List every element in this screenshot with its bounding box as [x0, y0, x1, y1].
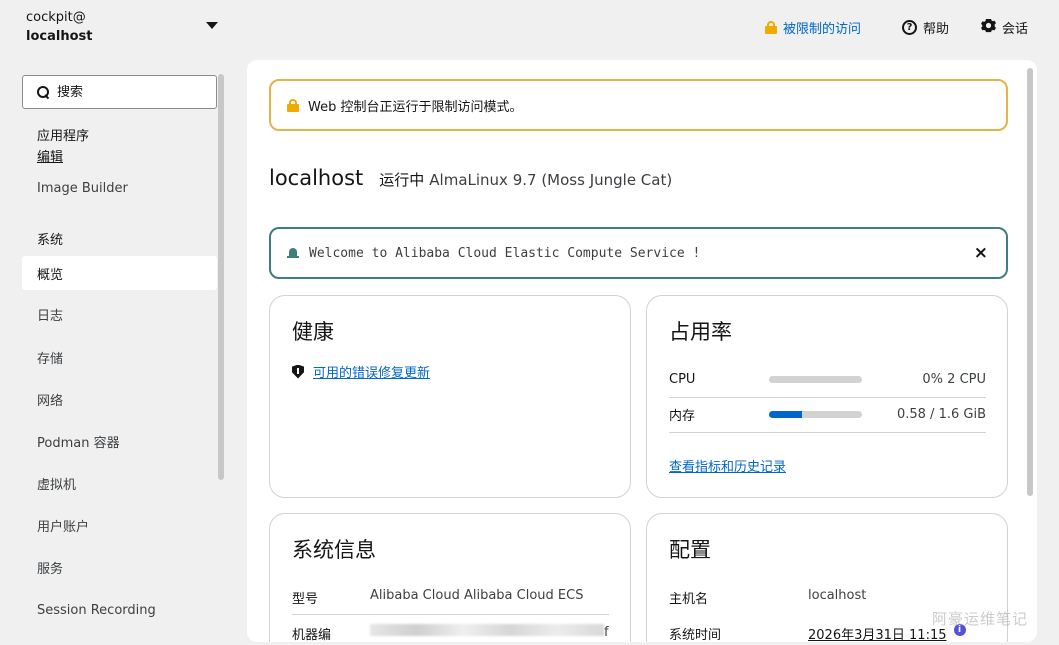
cpu-label: CPU	[669, 371, 696, 387]
motd-text: Welcome to Alibaba Cloud Elastic Compute…	[309, 245, 701, 261]
apps-group-title: 应用程序	[37, 129, 90, 144]
close-icon[interactable]: ×	[974, 243, 988, 263]
caret-down-icon	[206, 22, 218, 29]
help-icon: ?	[902, 19, 917, 35]
watermark: 阿豪运维笔记	[932, 610, 1029, 628]
search-input[interactable]	[57, 84, 197, 100]
cpu-value: 0% 2 CPU	[922, 371, 986, 387]
sidebar-item-podman[interactable]: Podman 容器	[22, 424, 217, 458]
bugfix-updates-label: 可用的错误修复更新	[313, 366, 431, 381]
system-info-card-title: 系统信息	[292, 538, 376, 562]
model-value: Alibaba Cloud Alibaba Cloud ECS	[370, 588, 584, 603]
usage-card-title: 占用率	[669, 320, 732, 344]
host-name: localhost	[26, 29, 93, 44]
memory-usage-row: 内存 0.58 / 1.6 GiB	[669, 396, 986, 432]
bell-icon	[287, 247, 299, 260]
redacted-block	[370, 624, 604, 636]
machine-id-label: 机器编	[292, 628, 332, 642]
sidebar-item-network[interactable]: 网络	[22, 382, 217, 416]
system-info-card: 系统信息 型号 Alibaba Cloud Alibaba Cloud ECS …	[269, 513, 631, 642]
health-card-title: 健康	[292, 320, 334, 344]
bugfix-updates-link[interactable]: 可用的错误修复更新	[292, 362, 430, 381]
edit-apps-link[interactable]: 编辑	[37, 146, 63, 165]
memory-progress-bar	[769, 410, 862, 418]
memory-label: 内存	[669, 408, 696, 424]
session-menu-button[interactable]: 会话	[981, 16, 1028, 38]
main-scrollbar[interactable]	[1027, 68, 1033, 496]
limited-access-label: 被限制的访问	[783, 21, 862, 37]
usage-card: 占用率 CPU 0% 2 CPU 内存 0.58 / 1.6 GiB 查看指标和…	[646, 295, 1008, 498]
session-label: 会话	[1002, 21, 1029, 37]
sidebar-scrollbar[interactable]	[218, 74, 224, 480]
divider	[292, 614, 609, 615]
lock-icon	[287, 98, 299, 112]
model-label: 型号	[292, 592, 319, 607]
cpu-usage-row: CPU 0% 2 CPU	[669, 361, 986, 397]
sidebar-item-session-recording[interactable]: Session Recording	[22, 593, 217, 627]
title-hostname: localhost	[269, 166, 364, 190]
hostname-value: localhost	[808, 588, 867, 603]
help-label: 帮助	[923, 21, 950, 37]
lock-icon	[765, 20, 777, 34]
hostname-label: 主机名	[669, 592, 709, 607]
cpu-progress-bar	[769, 375, 862, 383]
sidebar-item-accounts[interactable]: 用户账户	[22, 508, 217, 542]
sidebar-item-overview[interactable]: 概览	[22, 256, 217, 290]
limited-access-button[interactable]: 被限制的访问	[765, 16, 861, 38]
machine-id-row: 机器编 f	[292, 624, 609, 642]
divider	[669, 432, 986, 433]
metrics-history-link[interactable]: 查看指标和历史记录	[669, 456, 786, 475]
system-time-link[interactable]: 2026年3月31日 11:15	[808, 624, 947, 642]
model-row: 型号 Alibaba Cloud Alibaba Cloud ECS	[292, 588, 609, 607]
health-card: 健康 可用的错误修复更新	[269, 295, 631, 498]
restricted-access-alert: Web 控制台正运行于限制访问模式。	[269, 79, 1008, 131]
configuration-card-title: 配置	[669, 538, 711, 562]
host-user: cockpit@	[26, 10, 86, 25]
sidebar: 应用程序 编辑 Image Builder 系统 概览 日志 存储 网络 Pod…	[0, 62, 236, 645]
sidebar-item-services[interactable]: 服务	[22, 550, 217, 584]
memory-value: 0.58 / 1.6 GiB	[896, 406, 986, 422]
search-box[interactable]	[22, 75, 217, 109]
hostname-row: 主机名 localhost	[669, 588, 986, 607]
motd-alert: Welcome to Alibaba Cloud Elastic Compute…	[269, 227, 1008, 279]
machine-id-value: f	[370, 624, 609, 642]
machine-id-tail: f	[604, 625, 609, 640]
sidebar-item-vms[interactable]: 虚拟机	[22, 466, 217, 500]
host-switcher[interactable]: cockpit@ localhost	[0, 0, 236, 56]
sidebar-item-image-builder[interactable]: Image Builder	[22, 171, 217, 205]
gear-icon	[981, 18, 996, 37]
title-status: 运行中	[379, 171, 425, 189]
restricted-alert-text: Web 控制台正运行于限制访问模式。	[308, 99, 523, 115]
search-icon	[37, 86, 49, 98]
shield-icon	[292, 364, 304, 379]
title-os: AlmaLinux 9.7 (Moss Jungle Cat)	[429, 171, 673, 189]
system-group-title: 系统	[37, 233, 64, 248]
sidebar-item-logs[interactable]: 日志	[22, 297, 217, 331]
sidebar-item-storage[interactable]: 存储	[22, 340, 217, 374]
main-panel: Web 控制台正运行于限制访问模式。 localhost 运行中 AlmaLin…	[247, 60, 1037, 642]
memory-progress-fill	[769, 410, 803, 418]
help-menu-button[interactable]: ? 帮助	[902, 16, 949, 38]
page-title: localhost 运行中 AlmaLinux 9.7 (Moss Jungle…	[269, 166, 672, 190]
system-time-label: 系统时间	[669, 628, 722, 642]
